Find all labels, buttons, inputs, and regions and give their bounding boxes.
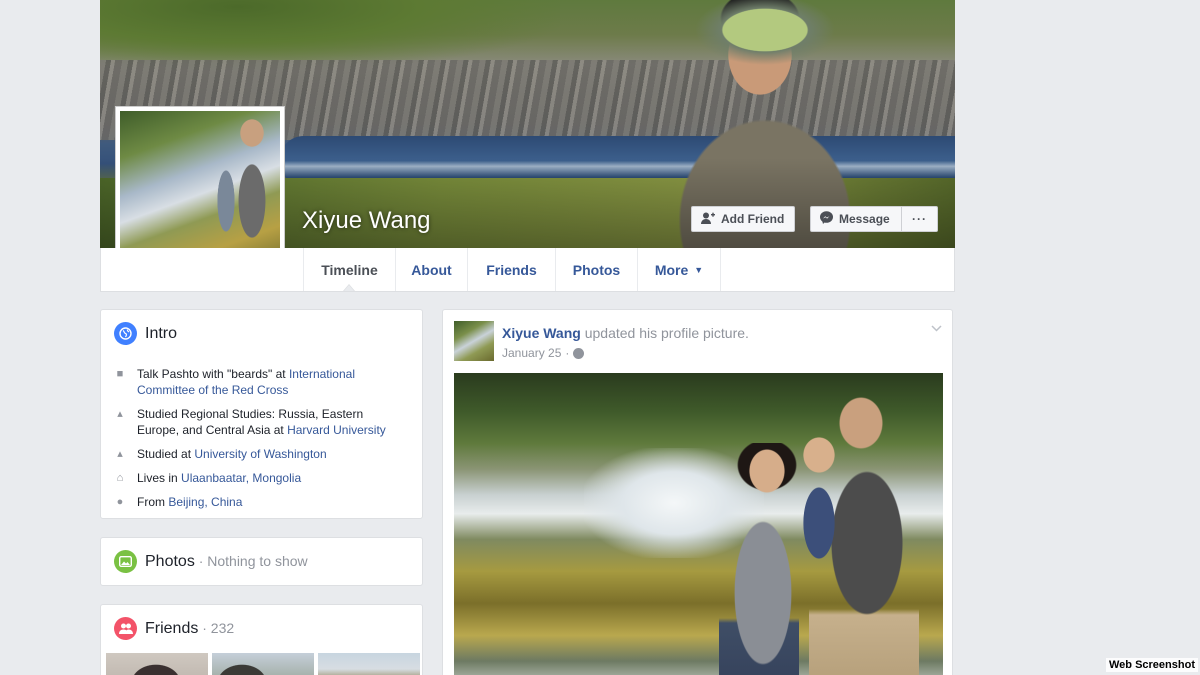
cover-child: [690, 0, 840, 70]
friends-card: Friends · 232: [100, 604, 423, 675]
watermark-label: Web Screenshot: [1106, 658, 1198, 672]
intro-work-text: Talk Pashto with "beards" at: [137, 367, 289, 381]
timeline-post: Xiyue Wang updated his profile picture. …: [442, 309, 953, 675]
message-label: Message: [839, 212, 890, 226]
post-meta-separator: ·: [565, 346, 570, 360]
tab-about[interactable]: About: [395, 248, 467, 291]
friend-thumbnail[interactable]: [212, 653, 314, 675]
post-header: Xiyue Wang updated his profile picture.: [502, 325, 749, 341]
home-icon: ⌂: [116, 472, 124, 484]
photos-heading: Photos · Nothing to show: [145, 553, 308, 571]
profile-tab-bar: Timeline About Friends Photos More ▼: [100, 248, 955, 292]
friends-heading: Friends · 232: [145, 620, 234, 638]
intro-lives-link[interactable]: Ulaanbaatar, Mongolia: [181, 471, 301, 485]
intro-item-text: Studied Regional Studies: Russia, Easter…: [137, 406, 404, 438]
intro-title: Intro: [145, 324, 178, 342]
caret-down-icon: ▼: [694, 264, 704, 275]
intro-item-text: Studied at University of Washington: [137, 446, 327, 462]
photos-card: Photos · Nothing to show: [100, 537, 423, 586]
intro-education-2-link[interactable]: University of Washington: [194, 447, 326, 461]
friends-count: · 232: [198, 619, 235, 636]
friends-icon: [114, 617, 137, 640]
tab-more[interactable]: More ▼: [637, 248, 721, 291]
intro-item-from: ● From Beijing, China: [114, 494, 404, 510]
globe-icon: [114, 322, 137, 345]
tab-photos[interactable]: Photos: [555, 248, 637, 291]
briefcase-icon: ■: [116, 368, 124, 380]
intro-item-text: Lives in Ulaanbaatar, Mongolia: [137, 470, 301, 486]
friend-thumbnail[interactable]: [318, 653, 420, 675]
photos-title[interactable]: Photos: [145, 553, 195, 570]
intro-item-work: ■ Talk Pashto with "beards" at Internati…: [114, 366, 404, 398]
post-meta: January 25 ·: [502, 346, 585, 360]
photo-woman: [719, 443, 799, 675]
post-photo[interactable]: [454, 373, 943, 675]
post-action-text: updated his profile picture.: [580, 325, 749, 341]
messenger-icon: [820, 211, 833, 227]
intro-card: Intro ■ Talk Pashto with "beards" at Int…: [100, 309, 423, 519]
intro-from-text: From: [137, 495, 169, 509]
add-friend-icon: [701, 212, 715, 227]
chevron-down-icon[interactable]: [931, 321, 942, 335]
post-author-name[interactable]: Xiyue Wang: [502, 325, 581, 341]
intro-item-text: From Beijing, China: [137, 494, 242, 510]
photo-boy: [789, 433, 849, 593]
photos-subtitle: · Nothing to show: [194, 552, 308, 569]
more-options-button[interactable]: ···: [902, 206, 938, 232]
intro-from-link[interactable]: Beijing, China: [168, 495, 242, 509]
public-globe-icon: [573, 347, 585, 359]
message-button[interactable]: Message: [810, 206, 902, 232]
friend-thumbnail[interactable]: [106, 653, 208, 675]
profile-picture-image: [120, 111, 280, 269]
graduation-cap-icon: ▴: [117, 448, 123, 460]
friend-thumbnails: [106, 653, 420, 675]
intro-list: ■ Talk Pashto with "beards" at Internati…: [114, 366, 404, 518]
friends-title[interactable]: Friends: [145, 620, 198, 637]
intro-education-link[interactable]: Harvard University: [287, 423, 386, 437]
photo-icon: [114, 550, 137, 573]
graduation-cap-icon: ▴: [117, 408, 123, 420]
intro-item-lives: ⌂ Lives in Ulaanbaatar, Mongolia: [114, 470, 404, 486]
intro-item-education-2: ▴ Studied at University of Washington: [114, 446, 404, 462]
profile-name[interactable]: Xiyue Wang: [302, 207, 431, 235]
add-friend-label: Add Friend: [721, 212, 785, 226]
intro-item-education: ▴ Studied Regional Studies: Russia, East…: [114, 406, 404, 438]
intro-education-2-text: Studied at: [137, 447, 195, 461]
intro-lives-text: Lives in: [137, 471, 182, 485]
intro-item-text: Talk Pashto with "beards" at Internation…: [137, 366, 404, 398]
post-author-avatar[interactable]: [454, 321, 494, 361]
post-date[interactable]: January 25: [502, 346, 561, 360]
add-friend-button[interactable]: Add Friend: [691, 206, 795, 232]
tab-more-label: More: [654, 261, 689, 278]
active-tab-indicator: [343, 284, 355, 291]
tab-friends[interactable]: Friends: [467, 248, 555, 291]
location-pin-icon: ●: [116, 496, 124, 508]
